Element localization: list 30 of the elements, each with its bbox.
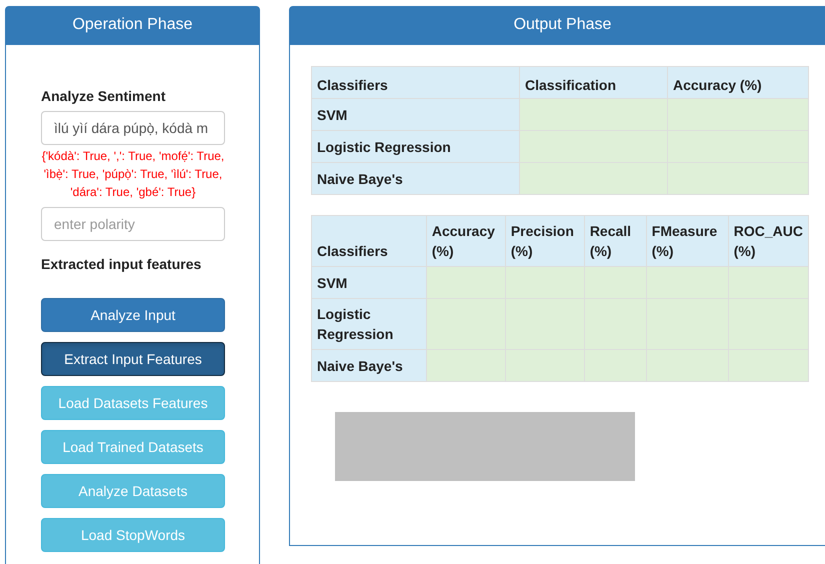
column-header: Classifiers — [312, 216, 426, 266]
action-button[interactable]: Analyze Input — [41, 298, 225, 332]
section-label: Extracted input features — [41, 256, 202, 272]
panel-title: Output Phase — [290, 7, 825, 45]
column-header: Accuracy (%) — [426, 216, 506, 266]
row-header: Logistic Regression — [312, 130, 520, 162]
features-output: {'kódà': True, ',': True, 'mofẹ́': True, 'ìbẹ̀': True, 'púpọ̀': True, 'ìlú': True, 'dára': True, 'gbé': True} — [41, 148, 225, 201]
action-button[interactable]: Load Trained Datasets — [41, 430, 225, 464]
action-button[interactable]: Extract Input Features — [41, 342, 225, 376]
column-header: Accuracy (%) — [668, 66, 808, 98]
sentence-field[interactable]: ìlú yìí dára púpọ̀, kódà m — [41, 111, 225, 145]
action-button[interactable]: Load Datasets Features — [41, 386, 225, 420]
column-header: FMeasure (%) — [646, 216, 728, 266]
panel-title: Operation Phase — [6, 7, 259, 45]
section-label: Analyze Sentiment — [41, 88, 166, 104]
action-button[interactable]: Analyze Datasets — [41, 474, 225, 508]
column-header: Recall (%) — [584, 216, 646, 266]
row-header: Naive Baye's — [312, 350, 426, 382]
action-button[interactable]: Load StopWords — [41, 518, 225, 552]
column-header: Precision (%) — [505, 216, 584, 266]
row-header: Naive Baye's — [312, 162, 520, 194]
polarity-field[interactable]: enter polarity — [41, 207, 225, 241]
row-header: SVM — [312, 98, 520, 130]
table-cell — [584, 266, 646, 298]
row-header: SVM — [312, 266, 426, 298]
column-header: Classifiers — [312, 66, 520, 98]
table-cell — [584, 350, 646, 382]
column-header: ROC_AUC (%) — [728, 216, 808, 266]
row-header: Logistic Regression — [312, 298, 426, 350]
column-header: Classification — [520, 66, 668, 98]
